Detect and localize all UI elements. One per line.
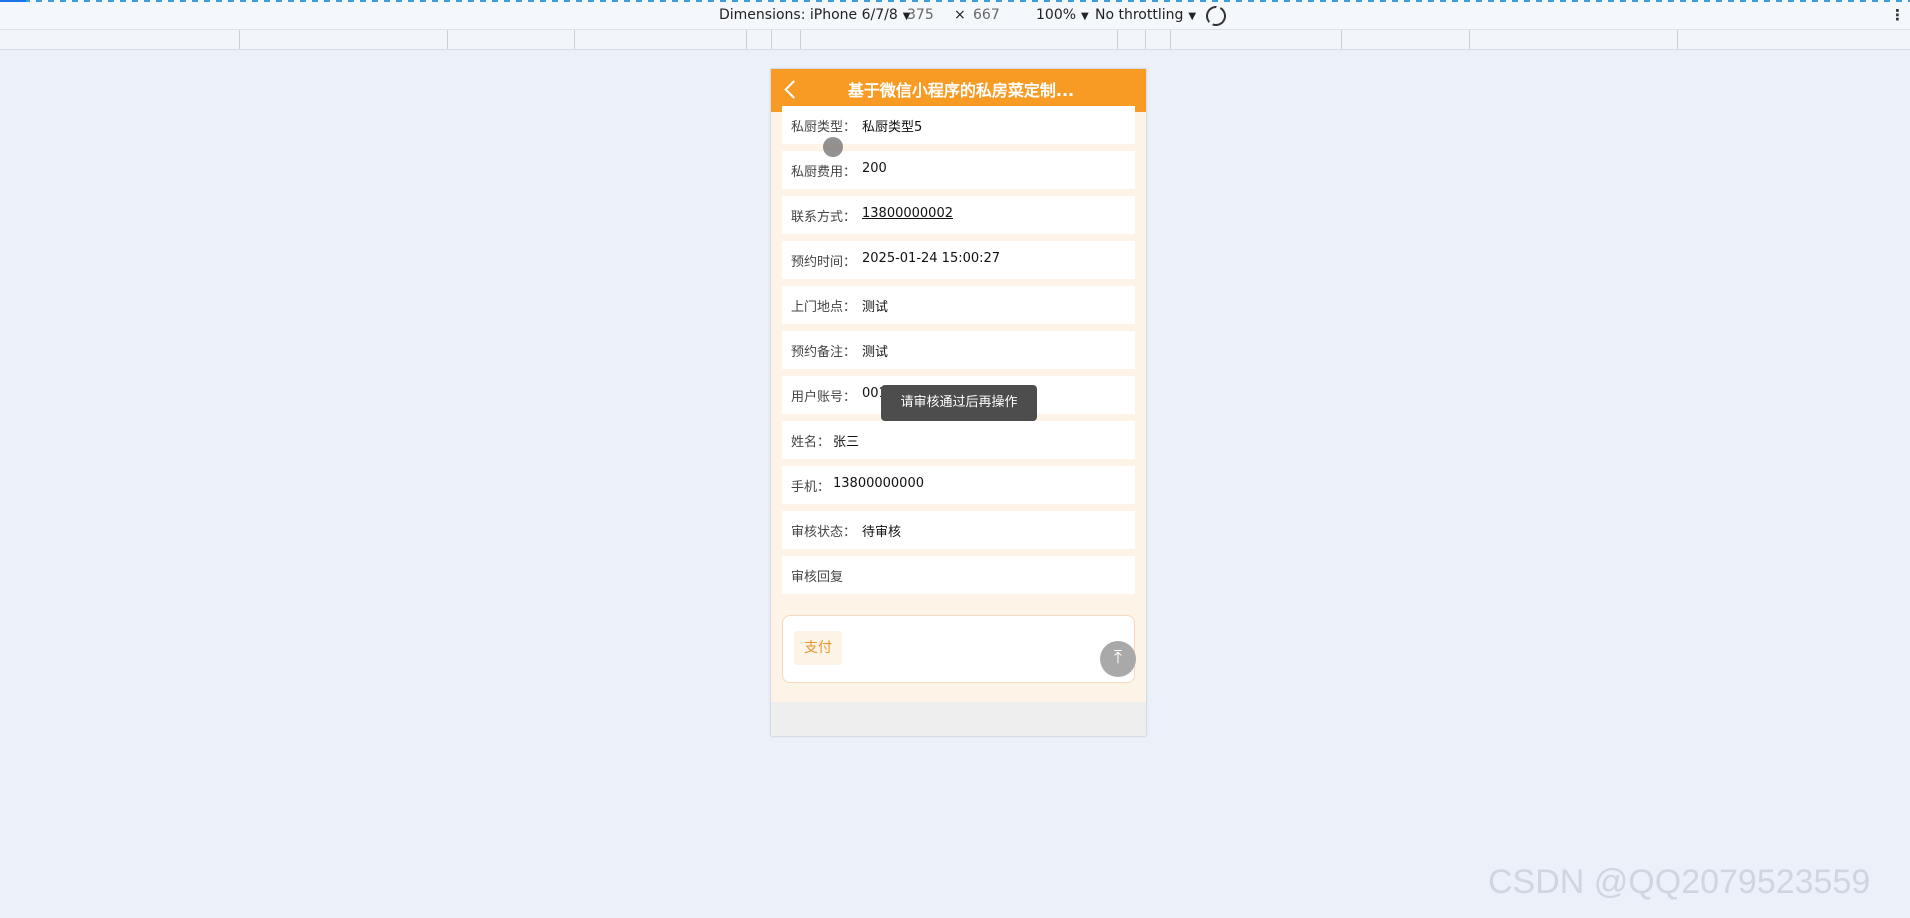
field-label: 手机：	[791, 480, 831, 495]
height-input[interactable]: 667	[973, 7, 1000, 23]
field-value: 2025-01-24 15:00:27	[862, 251, 1001, 266]
dashed-border	[0, 0, 1910, 2]
detail-row-review-reply: 审核回复	[782, 556, 1135, 594]
field-label: 上门地点：	[791, 300, 857, 315]
throttling-dropdown[interactable]: No throttling ▼	[1095, 7, 1196, 23]
detail-row-appointment-time: 预约时间： 2025-01-24 15:00:27	[782, 241, 1135, 279]
width-input[interactable]: 375	[907, 7, 934, 23]
ruler-mark[interactable]	[1469, 30, 1470, 49]
status-badge: 待审核	[862, 525, 902, 540]
devtools-device-toolbar: Dimensions: iPhone 6/7/8 ▼ 375 × 667 100%…	[0, 0, 1910, 30]
field-value: 200	[862, 161, 887, 176]
field-value: 测试	[862, 345, 889, 360]
ruler-mark[interactable]	[1677, 30, 1678, 49]
more-options-icon[interactable]: ⋮	[1890, 6, 1905, 24]
detail-row-contact: 联系方式： 13800000002	[782, 196, 1135, 234]
pay-button[interactable]: 支付	[794, 631, 842, 665]
ruler-mark[interactable]	[1117, 30, 1118, 49]
dashed-border-start	[0, 0, 26, 2]
field-label: 私厨费用：	[791, 165, 857, 180]
field-label: 私厨类型：	[791, 120, 857, 135]
ruler-mark[interactable]	[1145, 30, 1146, 49]
field-label: 姓名：	[791, 435, 831, 450]
ruler-mark[interactable]	[746, 30, 747, 49]
field-value: 张三	[833, 435, 860, 450]
dimensions-dropdown[interactable]: Dimensions: iPhone 6/7/8 ▼	[719, 7, 910, 23]
field-value: 私厨类型5	[862, 120, 923, 135]
zoom-label: 100%	[1036, 7, 1077, 23]
rotate-icon[interactable]	[1203, 3, 1229, 29]
detail-row-name: 姓名： 张三	[782, 421, 1135, 459]
field-label: 预约备注：	[791, 345, 857, 360]
ruler-mark[interactable]	[239, 30, 240, 49]
ruler-mark[interactable]	[1341, 30, 1342, 49]
field-value: 测试	[862, 300, 889, 315]
chevron-down-icon: ▼	[1188, 11, 1197, 22]
detail-row-location: 上门地点： 测试	[782, 286, 1135, 324]
back-arrow-icon[interactable]	[784, 80, 803, 99]
ruler-mark[interactable]	[771, 30, 772, 49]
ruler-mark[interactable]	[447, 30, 448, 49]
touch-cursor	[823, 137, 843, 157]
detail-row-remark: 预约备注： 测试	[782, 331, 1135, 369]
field-label: 用户账号：	[791, 390, 857, 405]
back-to-top-icon[interactable]: ⤒	[1100, 641, 1136, 677]
ruler-mark[interactable]	[1170, 30, 1171, 49]
phone-link[interactable]: 13800000002	[862, 206, 953, 221]
times-icon: ×	[954, 7, 966, 23]
dimensions-label: Dimensions: iPhone 6/7/8	[719, 7, 898, 23]
detail-row-review-status: 审核状态： 待审核	[782, 511, 1135, 549]
toast-message: 请审核通过后再操作	[881, 385, 1037, 421]
watermark: CSDN @QQ2079523559	[1488, 863, 1871, 901]
field-value: 13800000000	[833, 476, 924, 491]
detail-row-mobile: 手机： 13800000000	[782, 466, 1135, 504]
zoom-dropdown[interactable]: 100% ▼	[1036, 7, 1089, 23]
throttling-label: No throttling	[1095, 7, 1184, 23]
ruler-mark[interactable]	[800, 30, 801, 49]
media-query-ruler	[0, 30, 1910, 50]
ruler-mark[interactable]	[574, 30, 575, 49]
chevron-down-icon: ▼	[1081, 11, 1089, 22]
action-panel: 支付	[782, 615, 1135, 683]
field-label: 审核回复	[791, 570, 844, 585]
field-label: 预约时间：	[791, 255, 857, 270]
field-label: 审核状态：	[791, 525, 857, 540]
field-label: 联系方式：	[791, 210, 857, 225]
